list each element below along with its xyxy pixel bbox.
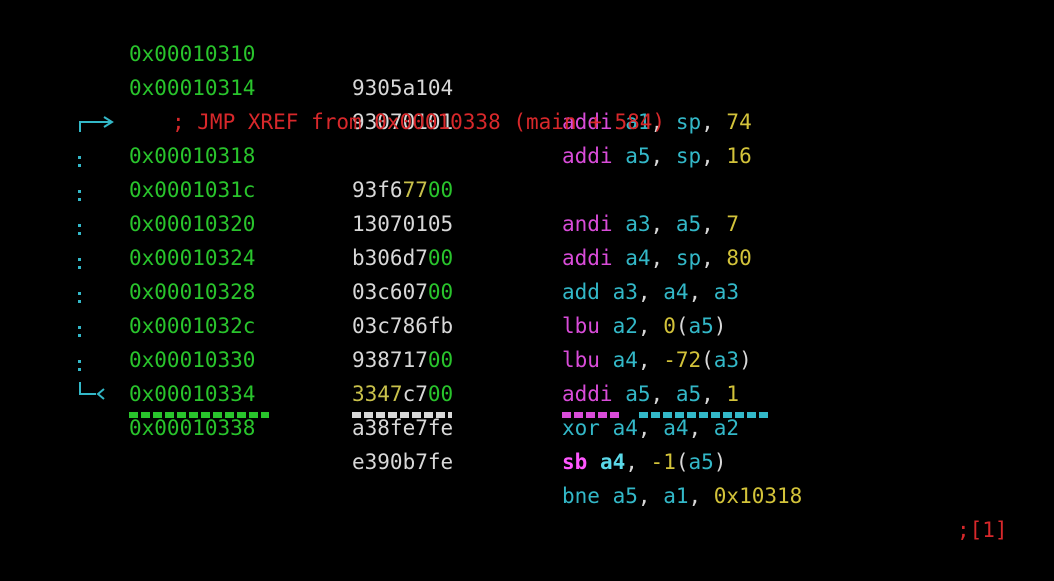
mnemonic: bne	[562, 484, 600, 508]
opcode-bytes: e390b7fe	[352, 450, 454, 474]
jump-ref-comment[interactable]: ;[1]	[957, 513, 1008, 547]
disasm-line[interactable]: 0x0001032c 93871700 addi a5, a5, 1	[0, 275, 1054, 406]
instruction: bne a5, a1, 0x10318	[562, 484, 803, 508]
disasm-line[interactable]: 0x00010324 03c60700 lbu a2, 0(a5)	[0, 207, 1054, 338]
jump-flow-arrow[interactable]	[70, 110, 130, 410]
disasm-line[interactable]: 0x0001031c 13070105 addi a4, sp, 80	[0, 139, 1054, 270]
disasm-line[interactable]: 0x00010328 03c786fb lbu a4, -72(a3)	[0, 241, 1054, 372]
next-line-fragment	[129, 412, 1029, 418]
mnemonic: sb	[562, 450, 588, 474]
disasm-line[interactable]: 0x00010314 93070101 addi a5, sp, 16	[0, 37, 1054, 168]
disasm-line[interactable]: 0x00010310 9305a104 addi a1, sp, 74	[0, 3, 1054, 134]
disasm-line[interactable]: 0x00010330 3347c700 xor a4, a4, a2	[0, 309, 1054, 440]
disasm-line[interactable]: 0x00010320 b306d700 add a3, a4, a3	[0, 173, 1054, 304]
mnemonic: xor	[562, 416, 600, 440]
disasm-line[interactable]: 0x00010338 e390b7fe bne a5, a1, 0x10318 …	[0, 377, 1054, 542]
xref-comment-line: ; JMP XREF from 0x00010338 (main + 584)	[0, 71, 1054, 134]
disasm-line[interactable]: 0x00010318 93f67700 andi a3, a5, 7	[0, 105, 1054, 236]
instruction: sb a4, -1(a5)	[562, 450, 727, 474]
disasm-line[interactable]: 0x00010334 a38fe7fe sb a4, -1(a5)	[0, 343, 1054, 474]
